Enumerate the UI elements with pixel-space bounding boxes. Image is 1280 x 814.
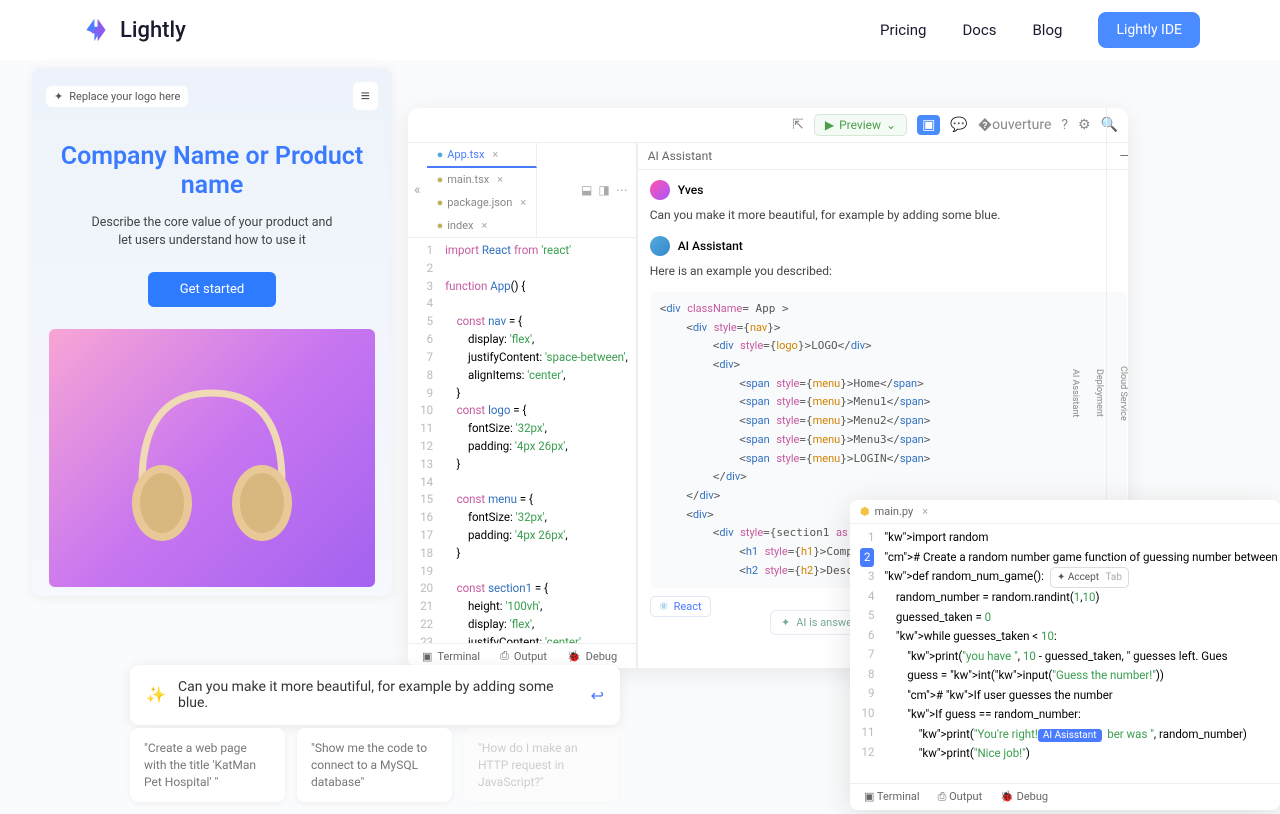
app-preview-panel: ✦ Replace your logo here ≡ Company Name …	[32, 68, 392, 596]
sparkle-icon: ✦	[54, 90, 63, 103]
rail-cloud[interactable]: Cloud Service	[1118, 366, 1128, 421]
nav-pricing[interactable]: Pricing	[880, 21, 926, 39]
file-icon: ●	[437, 196, 444, 209]
headphones-icon	[112, 363, 312, 553]
ai-name: AI Assistant	[678, 239, 743, 253]
editor-tab-packagejson[interactable]: ●package.json×	[427, 191, 538, 214]
ai-avatar	[650, 236, 670, 256]
file-icon: ●	[437, 148, 444, 161]
ide-toolbar: ⇱ ▶ Preview ⌄ ▣ 💬 �ouverture ? ⚙ 🔍	[408, 108, 1128, 143]
user-avatar	[650, 180, 670, 200]
nav-links: Pricing Docs Blog Lightly IDE	[880, 12, 1200, 48]
layout-icon[interactable]: ▣	[917, 115, 940, 135]
output-tab[interactable]: ⎙ Output	[500, 649, 547, 663]
send-icon[interactable]: ↩	[591, 686, 604, 705]
play-icon: ▶	[825, 118, 834, 132]
react-icon: ⚛	[659, 600, 669, 613]
get-started-button[interactable]: Get started	[148, 272, 276, 307]
python-icon: ⬢	[860, 505, 870, 518]
close-icon[interactable]: ×	[520, 196, 526, 209]
ai-assistant-chip: AI Asisstant	[1038, 729, 1102, 742]
file-icon: ●	[437, 219, 444, 232]
brand-logo[interactable]: Lightly	[80, 14, 186, 46]
ai-intro: Here is an example you described:	[650, 264, 1127, 278]
hamburger-icon[interactable]: ≡	[353, 82, 378, 110]
preview-logo-placeholder[interactable]: ✦ Replace your logo here	[46, 86, 188, 107]
terminal-tab[interactable]: ▣ Terminal	[422, 649, 480, 663]
user-name: Yves	[678, 183, 704, 197]
preview-sub: Describe the core value of your product …	[46, 214, 378, 250]
rail-assistant[interactable]: AI Assistant	[1070, 369, 1080, 417]
preview-hero-image	[49, 329, 375, 587]
prompt-input-bar[interactable]: ✨ Can you make it more beautiful, for ex…	[130, 665, 620, 725]
close-icon[interactable]: ×	[497, 173, 503, 186]
react-badge[interactable]: ⚛ React	[650, 596, 711, 617]
lightly-logo-icon	[80, 14, 112, 46]
py-debug-tab[interactable]: 🐞 Debug	[1000, 790, 1048, 804]
close-icon[interactable]: ×	[922, 505, 928, 518]
lightly-ide-button[interactable]: Lightly IDE	[1098, 12, 1200, 48]
preview-button[interactable]: ▶ Preview ⌄	[814, 114, 907, 136]
editor-tab-index[interactable]: ●index×	[427, 214, 538, 237]
rail-deploy[interactable]: Deployment	[1094, 369, 1104, 417]
prompt-text[interactable]: Can you make it more beautiful, for exam…	[178, 679, 579, 711]
sparkle-icon: ✨	[146, 685, 166, 705]
editor-tab-maintsx[interactable]: ●main.tsx×	[427, 168, 538, 191]
py-output-tab[interactable]: ⎙ Output	[938, 790, 983, 804]
prompt-suggestions: "Create a web page with the title 'KatMa…	[130, 728, 619, 802]
rocket-icon[interactable]: ⇱	[792, 117, 804, 133]
preview-headline: Company Name or Product name	[46, 142, 378, 200]
file-icon: ●	[437, 173, 444, 186]
floating-python-editor: ⬢ main.py × 123456789101112 "kw">import …	[850, 500, 1280, 810]
editor-column: « ●App.tsx×●main.tsx×●package.json×●inde…	[408, 143, 637, 668]
top-nav: Lightly Pricing Docs Blog Lightly IDE	[0, 0, 1280, 60]
editor-tabs: « ●App.tsx×●main.tsx×●package.json×●inde…	[408, 143, 636, 238]
nav-docs[interactable]: Docs	[962, 21, 996, 39]
gear-icon[interactable]: ⚙	[1078, 117, 1091, 133]
debug-tab[interactable]: 🐞 Debug	[567, 649, 617, 663]
close-icon[interactable]: ×	[481, 219, 487, 232]
py-tab-name[interactable]: main.py	[875, 505, 914, 518]
split-down-icon[interactable]: ⬓	[581, 183, 592, 197]
split-right-icon[interactable]: ◨	[598, 183, 609, 197]
suggestion-3[interactable]: "How do I make an HTTP request in JavaSc…	[464, 728, 619, 802]
close-icon[interactable]: ×	[492, 148, 498, 161]
sparkle-icon: ✦	[781, 616, 790, 629]
user-message: Can you make it more beautiful, for exam…	[650, 208, 1127, 222]
code-editor[interactable]: 1234567891011121314151617181920212223242…	[408, 238, 636, 643]
editor-tab-Apptsx[interactable]: ●App.tsx×	[427, 143, 538, 168]
suggestion-1[interactable]: "Create a web page with the title 'KatMa…	[130, 728, 285, 802]
suggestion-2[interactable]: "Show me the code to connect to a MySQL …	[297, 728, 452, 802]
help-icon[interactable]: ?	[1061, 117, 1068, 133]
py-terminal-tab[interactable]: ▣ Terminal	[864, 790, 920, 804]
nav-blog[interactable]: Blog	[1032, 21, 1062, 39]
chat-icon[interactable]: 💬	[950, 117, 967, 133]
share-icon[interactable]: �ouverture	[978, 117, 1052, 133]
collapse-icon[interactable]: «	[408, 182, 427, 198]
brand-name: Lightly	[120, 18, 186, 43]
more-icon[interactable]: ⋯	[616, 183, 628, 197]
assistant-title: AI Assistant	[648, 149, 712, 163]
accept-suggestion-chip[interactable]: ✦ Accept Tab	[1050, 567, 1129, 588]
chevron-down-icon: ⌄	[886, 118, 896, 132]
